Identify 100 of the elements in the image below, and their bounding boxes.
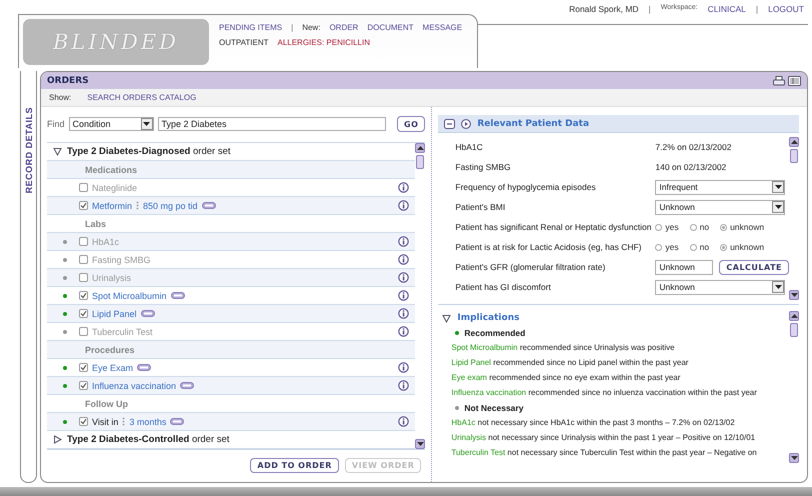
field-value: 7.2% on 02/13/2002 — [655, 142, 732, 152]
section-title: Relevant Patient Data — [477, 118, 590, 128]
collapse-icon[interactable] — [444, 118, 456, 128]
info-icon[interactable] — [398, 416, 410, 427]
scroll-down-button[interactable] — [789, 453, 799, 463]
info-icon[interactable] — [398, 254, 410, 265]
info-icon[interactable] — [398, 200, 410, 211]
info-icon[interactable] — [398, 182, 410, 193]
expanded-triangle-icon[interactable] — [442, 314, 452, 322]
record-details-tab[interactable]: RECORD DETAILS — [20, 71, 37, 483]
nav-label: New: — [302, 23, 320, 32]
checkbox[interactable] — [79, 255, 88, 264]
nav-link[interactable]: PENDING ITEMS — [219, 23, 282, 32]
scroll-thumb[interactable] — [790, 149, 798, 163]
scroll-down-button[interactable] — [789, 290, 799, 300]
radio-option[interactable]: yes — [655, 242, 679, 252]
order-set-title[interactable]: Type 2 Diabetes-Controlled order set — [67, 434, 230, 445]
calculate-button[interactable]: CALCULATE — [719, 260, 789, 274]
show-label: Show: — [49, 93, 72, 102]
radio-option[interactable]: unknown — [720, 222, 764, 232]
order-detail[interactable]: 850 mg po tid — [143, 200, 198, 210]
checkbox[interactable] — [79, 273, 88, 282]
order-name: HbA1c — [92, 236, 120, 246]
order-set-title[interactable]: Type 2 Diabetes-Diagnosed order set — [67, 146, 230, 157]
order-name: Nateglinide — [92, 182, 138, 192]
nav-link[interactable]: ORDER — [329, 23, 358, 32]
nav-link[interactable]: DOCUMENT — [367, 23, 414, 32]
dropdown-arrow-button[interactable] — [772, 181, 784, 193]
caret-icon — [790, 292, 798, 298]
group-heading: Not Necessary — [464, 402, 524, 412]
radio-option[interactable]: no — [690, 242, 710, 252]
category-dropdown[interactable]: Condition — [68, 117, 154, 131]
dropdown-arrow-button[interactable] — [772, 201, 784, 213]
dropdown-arrow-button[interactable] — [772, 281, 784, 293]
info-icon[interactable] — [398, 290, 410, 301]
scroll-thumb[interactable] — [790, 323, 798, 337]
search-field[interactable]: Type 2 Diabetes — [158, 117, 386, 131]
header-link[interactable]: LOGOUT — [768, 4, 804, 14]
pill-icon[interactable] — [170, 292, 185, 299]
caret-icon — [774, 284, 782, 290]
input-field[interactable]: Unknown — [655, 260, 714, 274]
panel-title: ORDERS — [47, 76, 89, 86]
dropdown[interactable]: Unknown — [655, 280, 786, 294]
group-heading: Recommended — [464, 328, 526, 338]
pill-icon[interactable] — [202, 202, 216, 209]
checkbox[interactable] — [79, 183, 88, 192]
logo: BLINDED — [23, 19, 209, 65]
checkbox[interactable] — [79, 309, 88, 318]
nav-link[interactable]: MESSAGE — [422, 23, 462, 32]
info-icon[interactable] — [398, 380, 410, 391]
checkbox[interactable] — [79, 201, 88, 210]
radio-option[interactable]: no — [690, 222, 710, 232]
info-icon[interactable] — [398, 362, 410, 373]
user-name: Ronald Spork, MD — [569, 4, 639, 14]
pill-icon[interactable] — [170, 418, 184, 425]
play-circle-icon[interactable] — [461, 118, 472, 128]
scroll-down-button[interactable] — [415, 439, 426, 449]
field-label: Patient is at risk for Lactic Acidosis (eg, has CHF) — [455, 242, 642, 252]
scroll-thumb[interactable] — [416, 155, 424, 169]
checkbox[interactable] — [79, 327, 88, 336]
pill-icon[interactable] — [180, 382, 194, 389]
collapsed-triangle-icon[interactable] — [53, 435, 62, 444]
info-icon[interactable] — [398, 236, 410, 247]
checkbox[interactable] — [79, 381, 88, 390]
dropdown[interactable]: Unknown — [655, 200, 786, 214]
radio-option[interactable]: yes — [655, 222, 679, 232]
printer-icon[interactable] — [773, 76, 785, 86]
checkbox[interactable] — [79, 363, 88, 372]
scroll-up-button[interactable] — [789, 311, 799, 321]
order-name: Metformin — [92, 200, 132, 210]
info-icon[interactable] — [398, 272, 410, 283]
encounter-type: OUTPATIENT — [219, 38, 268, 47]
expanded-triangle-icon[interactable] — [53, 147, 62, 156]
caret-icon — [774, 204, 782, 210]
checkbox[interactable] — [79, 417, 88, 426]
pill-icon[interactable] — [137, 364, 152, 371]
info-icon[interactable] — [398, 308, 410, 319]
category-label: Follow Up — [85, 398, 128, 408]
scrollbar[interactable] — [415, 143, 426, 449]
implication-text: Eye exam recommended since no eye exam within the past year — [451, 373, 680, 382]
checkbox[interactable] — [79, 291, 88, 300]
search-catalog-link[interactable]: SEARCH ORDERS CATALOG — [87, 93, 196, 102]
table-view-icon[interactable] — [788, 76, 801, 86]
scroll-up-button[interactable] — [415, 143, 426, 153]
pill-icon[interactable] — [140, 310, 155, 317]
field-value: 140 on 02/13/2002 — [655, 162, 728, 172]
scroll-up-button[interactable] — [789, 137, 799, 147]
order-name: Lipid Panel — [92, 308, 137, 318]
info-icon[interactable] — [398, 326, 410, 337]
caret-icon — [416, 442, 424, 446]
checkbox[interactable] — [79, 237, 88, 246]
go-button[interactable]: GO — [397, 116, 426, 132]
order-detail[interactable]: 3 months — [129, 416, 166, 426]
add-to-order-button[interactable]: ADD TO ORDER — [250, 458, 339, 473]
dropdown-arrow-button[interactable] — [140, 118, 153, 130]
dotted-separator-icon — [122, 417, 126, 426]
dropdown[interactable]: Infrequent — [655, 180, 786, 194]
radio-option[interactable]: unknown — [720, 242, 764, 252]
header-link[interactable]: CLINICAL — [708, 4, 746, 14]
order-name: Eye Exam — [92, 362, 134, 372]
